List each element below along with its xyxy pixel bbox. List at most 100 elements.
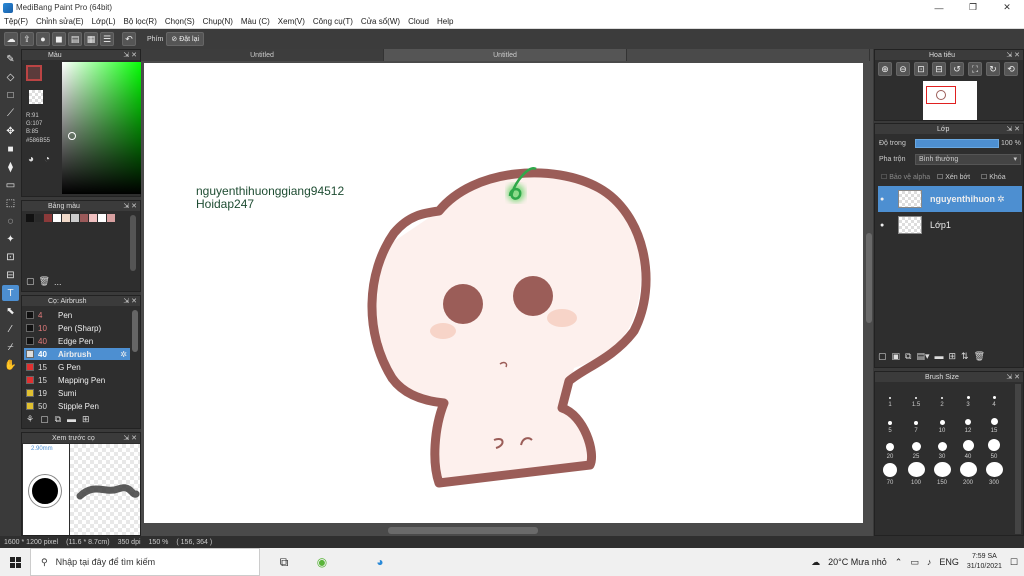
vertical-scrollbar[interactable] (865, 63, 873, 523)
fit-window-icon[interactable]: ⛶ (968, 62, 982, 76)
drawing-canvas[interactable]: nguyenthihuonggiang94512 Hoidap247 (144, 63, 863, 523)
brush-size-option[interactable]: 150 (929, 462, 955, 488)
visibility-icon[interactable]: ● (880, 222, 890, 229)
brush-size-option[interactable]: 3 (955, 384, 981, 410)
menu-edit[interactable]: Chỉnh sửa(E) (36, 17, 84, 26)
brush-size-option[interactable]: 300 (981, 462, 1007, 488)
brush-scrollbar[interactable] (132, 310, 138, 352)
lasso-tool-icon[interactable]: ◌ (2, 213, 19, 229)
palette-swatch[interactable] (80, 214, 88, 222)
reset-rotation-icon[interactable]: ⟲ (1004, 62, 1018, 76)
palette-swatch[interactable] (26, 214, 34, 222)
bucket-tool-icon[interactable]: ⧫ (2, 159, 19, 175)
color-picker-icon[interactable]: ◔ (44, 154, 50, 165)
brush-size-option[interactable]: 4 (981, 384, 1007, 410)
sv-cursor[interactable] (68, 132, 76, 140)
new-halftone-layer-icon[interactable]: ▣ (892, 351, 901, 362)
panel-buttons-icon[interactable]: ⇲ ✕ (1006, 125, 1020, 133)
chat-icon[interactable]: ◼ (52, 32, 66, 46)
app-green-icon[interactable]: ◉ (308, 548, 336, 576)
select-pen-icon[interactable]: ⊡ (2, 249, 19, 265)
actual-size-icon[interactable]: ⊟ (932, 62, 946, 76)
brush-new-icon[interactable]: ▢ (40, 414, 49, 425)
add-palette-icon[interactable]: ▢ (26, 276, 35, 287)
palette-swatch[interactable] (89, 214, 97, 222)
panel-buttons-icon[interactable]: ⇲ ✕ (1006, 51, 1020, 59)
eyedropper-icon[interactable]: ⌿ (2, 339, 19, 355)
eraser-tool-icon[interactable]: ◇ (2, 69, 19, 85)
medibang-taskbar-icon[interactable]: ◕ (366, 548, 394, 576)
menu-filter[interactable]: Bộ lọc(R) (124, 17, 157, 26)
network-icon[interactable]: ▭ (910, 557, 919, 568)
blend-mode-select[interactable]: Bình thường ▾ (915, 154, 1021, 165)
menu-cloud[interactable]: Cloud (408, 17, 429, 26)
saturation-value-picker[interactable] (62, 62, 143, 194)
brush-copy-icon[interactable]: ⧉ (55, 414, 61, 425)
brush-item[interactable]: 40 Edge Pen (24, 335, 130, 347)
brush-size-option[interactable]: 20 (877, 436, 903, 462)
delete-palette-icon[interactable]: 🗑 (39, 276, 50, 287)
select-tool-icon[interactable]: ⬚ (2, 195, 19, 211)
weather-text[interactable]: 20°C Mưa nhỏ (828, 557, 887, 567)
palette-swatch[interactable] (35, 214, 43, 222)
layer-order-icon[interactable]: ⇅ (961, 351, 969, 362)
close-button[interactable]: ✕ (990, 0, 1024, 15)
operation-tool-icon[interactable]: ⬉ (2, 303, 19, 319)
palette-scrollbar[interactable] (130, 215, 136, 271)
palette-swatch[interactable] (44, 214, 52, 222)
upload-icon[interactable]: ⇪ (20, 32, 34, 46)
fill-rect-tool-icon[interactable]: ■ (2, 141, 19, 157)
clip-checkbox[interactable]: ☐ Xén bớt (937, 173, 970, 181)
brush-item[interactable]: 4 Pen (24, 309, 130, 321)
chevron-up-icon[interactable]: ⌃ (895, 557, 903, 568)
panel-buttons-icon[interactable]: ⇲ ✕ (1006, 373, 1020, 381)
grid-icon[interactable]: ▦ (84, 32, 98, 46)
sub-color-swatch[interactable] (29, 90, 43, 104)
clock[interactable]: 7:59 SA 31/10/2021 (967, 552, 1002, 572)
gear-icon[interactable]: ✲ (120, 350, 127, 359)
tab-document-2[interactable]: Untitled (384, 49, 627, 61)
menu-layer[interactable]: Lớp(L) (92, 17, 116, 26)
menu-tools[interactable]: Công cụ(T) (313, 17, 353, 26)
menu-file[interactable]: Tệp(F) (4, 17, 28, 26)
protect-alpha-checkbox[interactable]: ☐ Bảo vệ alpha (881, 173, 930, 181)
palette-swatch[interactable] (107, 214, 115, 222)
visibility-icon[interactable]: ● (880, 196, 890, 203)
text-tool-icon[interactable]: T (2, 285, 19, 301)
brush-size-option[interactable]: 30 (929, 436, 955, 462)
notification-icon[interactable]: ☐ (1010, 557, 1018, 568)
horizontal-scroll-thumb[interactable] (388, 527, 538, 534)
windows-start-button[interactable] (0, 548, 30, 576)
brush-folder-icon[interactable]: ▬ (67, 414, 76, 425)
brush-size-option[interactable]: 100 (903, 462, 929, 488)
zoom-fit-icon[interactable]: ⊡ (914, 62, 928, 76)
gradient-tool-icon[interactable]: ▭ (2, 177, 19, 193)
reset-button[interactable]: ⊘ Đặt lại (166, 32, 205, 46)
zoom-in-icon[interactable]: ⊕ (878, 62, 892, 76)
minimize-button[interactable]: — (922, 0, 956, 15)
brush-size-option[interactable]: 2 (929, 384, 955, 410)
brush-size-scrollbar[interactable] (1015, 384, 1021, 534)
line-tool-icon[interactable]: ⟋ (2, 105, 19, 121)
divide-tool-icon[interactable]: ⁄ (2, 321, 19, 337)
copy-layer-icon[interactable]: ⧉ (905, 351, 911, 362)
taskbar-search[interactable]: ⚲ Nhập tại đây để tìm kiếm (30, 548, 260, 576)
undo-icon[interactable]: ↶ (122, 32, 136, 46)
magic-wand-icon[interactable]: ✦ (2, 231, 19, 247)
navigator-thumbnail[interactable] (923, 81, 977, 120)
menu-help[interactable]: Help (437, 17, 453, 26)
layer-item-layer1[interactable]: ● Lớp1 (878, 212, 1022, 238)
brush-item[interactable]: 50 Stipple Pen (24, 400, 130, 412)
lock-checkbox[interactable]: ☐ Khóa (981, 173, 1006, 181)
layer-item-text[interactable]: ● nguyenthihuon ✲ (878, 186, 1022, 212)
hand-tool-icon[interactable]: ✋ (2, 357, 19, 373)
palette-swatch[interactable] (98, 214, 106, 222)
maximize-button[interactable]: ❐ (956, 0, 990, 15)
brush-size-option[interactable]: 1 (877, 384, 903, 410)
volume-icon[interactable]: ♪ (927, 557, 932, 567)
rectangle-tool-icon[interactable]: □ (2, 87, 19, 103)
menu-view[interactable]: Xem(V) (278, 17, 305, 26)
menu-snap[interactable]: Chụp(N) (203, 17, 233, 26)
rotate-right-icon[interactable]: ↻ (986, 62, 1000, 76)
panel-buttons-icon[interactable]: ⇲ ✕ (123, 51, 137, 59)
